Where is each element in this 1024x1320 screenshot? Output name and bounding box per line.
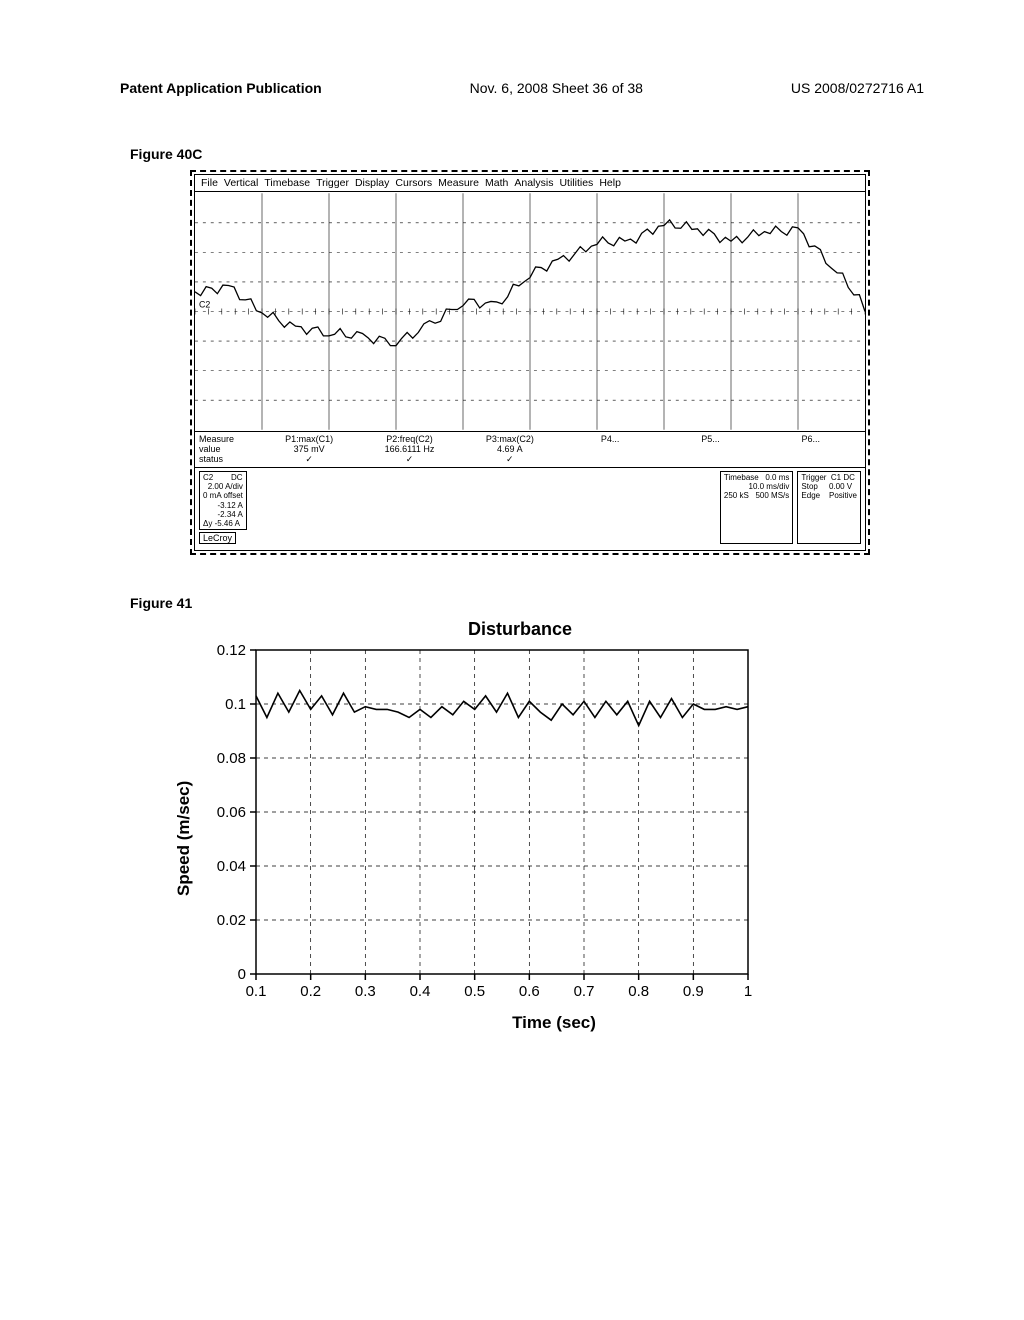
p4-name: P4... — [560, 434, 660, 444]
trigger-box: Trigger C1 DC Stop 0.00 V Edge Positive — [797, 471, 861, 544]
menu-vertical[interactable]: Vertical — [224, 177, 258, 189]
scope-brand: LeCroy — [199, 532, 236, 544]
p2-name: P2:freq(C2) — [359, 434, 459, 444]
svg-text:0.2: 0.2 — [300, 983, 321, 1000]
p1-val: 375 mV — [259, 444, 359, 454]
svg-text:0.3: 0.3 — [355, 983, 376, 1000]
menu-measure[interactable]: Measure — [438, 177, 479, 189]
p1-name: P1:max(C1) — [259, 434, 359, 444]
p6-name: P6... — [761, 434, 861, 444]
meas-row-measure: Measure — [199, 434, 259, 444]
oscilloscope-figure: File Vertical Timebase Trigger Display C… — [190, 170, 870, 555]
page-header: Patent Application Publication Nov. 6, 2… — [120, 80, 924, 96]
x-axis-label: Time (sec) — [238, 1013, 870, 1033]
p3-chk: ✓ — [460, 454, 560, 465]
svg-text:0.04: 0.04 — [217, 858, 246, 875]
svg-text:1: 1 — [744, 983, 752, 1000]
menu-file[interactable]: File — [201, 177, 218, 189]
svg-text:0.9: 0.9 — [683, 983, 704, 1000]
menu-trigger[interactable]: Trigger — [316, 177, 349, 189]
svg-text:0.7: 0.7 — [574, 983, 595, 1000]
meas-row-value: value — [199, 444, 259, 454]
menu-timebase[interactable]: Timebase — [264, 177, 310, 189]
svg-text:0.5: 0.5 — [464, 983, 485, 1000]
svg-text:0.06: 0.06 — [217, 804, 246, 821]
scope-footer: C2 DC 2.00 A/div 0 mA offset -3.12 A -2.… — [195, 468, 865, 550]
meas-row-status: status — [199, 454, 259, 464]
menu-analysis[interactable]: Analysis — [514, 177, 553, 189]
p2-val: 166.6111 Hz — [359, 444, 459, 454]
timebase-box: Timebase 0.0 ms 10.0 ms/div 250 kS 500 M… — [720, 471, 794, 544]
scope-plot-area: C2 — [195, 192, 865, 432]
svg-text:0: 0 — [238, 966, 246, 983]
header-left: Patent Application Publication — [120, 80, 322, 96]
p5-name: P5... — [660, 434, 760, 444]
header-right: US 2008/0272716 A1 — [791, 80, 924, 96]
scope-measurements: Measure value status P1:max(C1)375 mV✓ P… — [195, 432, 865, 468]
svg-text:0.02: 0.02 — [217, 912, 246, 929]
figure-41-label: Figure 41 — [130, 595, 924, 611]
menu-math[interactable]: Math — [485, 177, 508, 189]
svg-text:0.1: 0.1 — [246, 983, 267, 1000]
p1-chk: ✓ — [259, 454, 359, 465]
p3-val: 4.69 A — [460, 444, 560, 454]
chart-title: Disturbance — [170, 619, 870, 640]
svg-text:0.08: 0.08 — [217, 750, 246, 767]
p3-name: P3:max(C2) — [460, 434, 560, 444]
y-axis-label: Speed (m/sec) — [170, 644, 198, 1033]
svg-text:0.8: 0.8 — [628, 983, 649, 1000]
menu-display[interactable]: Display — [355, 177, 389, 189]
channel-info-box: C2 DC 2.00 A/div 0 mA offset -3.12 A -2.… — [199, 471, 247, 530]
svg-text:0.12: 0.12 — [217, 644, 246, 659]
svg-text:0.6: 0.6 — [519, 983, 540, 1000]
svg-text:0.4: 0.4 — [410, 983, 431, 1000]
svg-text:C2: C2 — [199, 300, 210, 310]
menu-help[interactable]: Help — [599, 177, 621, 189]
figure-41-chart: Disturbance Speed (m/sec) 0.1 0.2 0.3 0.4 0.… — [170, 619, 870, 1033]
p2-chk: ✓ — [359, 454, 459, 465]
header-mid: Nov. 6, 2008 Sheet 36 of 38 — [470, 80, 643, 96]
menu-utilities[interactable]: Utilities — [559, 177, 593, 189]
svg-text:0.1: 0.1 — [225, 696, 246, 713]
scope-menubar: File Vertical Timebase Trigger Display C… — [195, 175, 865, 192]
figure-40c-label: Figure 40C — [130, 146, 924, 162]
menu-cursors[interactable]: Cursors — [395, 177, 432, 189]
